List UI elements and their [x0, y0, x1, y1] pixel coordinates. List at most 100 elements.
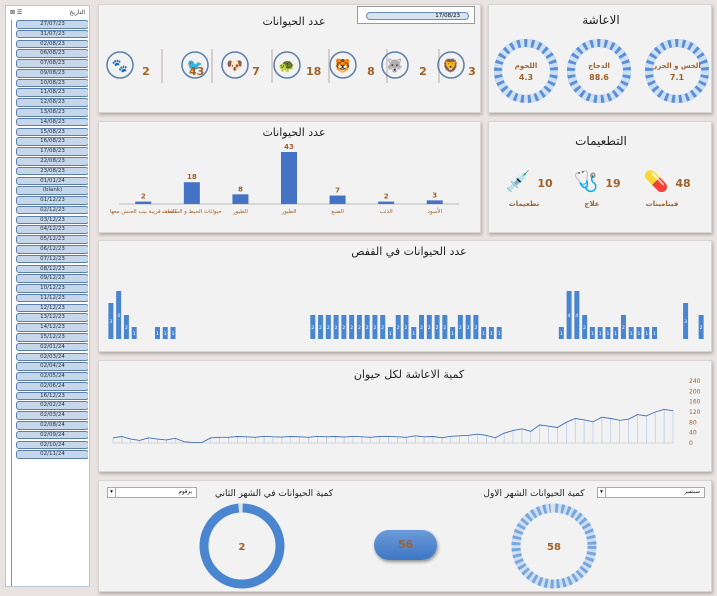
slicer-item[interactable]: 02/02/24	[16, 401, 88, 411]
slicer-item[interactable]: 01/01/24	[16, 176, 88, 186]
slicer-item[interactable]: (blank)	[16, 186, 88, 195]
slicer-item[interactable]: 14/08/23	[16, 117, 88, 127]
slicer-item[interactable]: 02/05/24	[16, 372, 88, 381]
feeding-donut-value: 7.1	[670, 73, 685, 82]
slicer-item[interactable]: 02/03/24	[16, 411, 88, 420]
animal-count-value: 3	[468, 65, 476, 78]
cage-bar-label: 1	[614, 331, 617, 337]
bar-category-label: الأسود	[427, 207, 442, 215]
date-filter-value[interactable]: 17/08/23	[366, 12, 469, 20]
slicer-item[interactable]: 10/08/23	[16, 78, 88, 88]
slicer-item[interactable]: 02/09/24	[16, 430, 88, 440]
slicer-item[interactable]: 27/07/23	[16, 20, 88, 29]
cage-bar-label: 1	[653, 331, 656, 337]
feeding-donut-label: الخس و الجزر	[652, 62, 701, 70]
slicer-item[interactable]: 03/12/23	[16, 215, 88, 225]
slicer-item[interactable]: 02/12/23	[16, 205, 88, 215]
cage-bar-label: 1	[451, 331, 454, 337]
slicer-item[interactable]: 15/12/23	[16, 333, 88, 342]
slicer-item[interactable]: 22/08/23	[16, 156, 88, 166]
bar-mark	[378, 201, 395, 204]
slicer-item[interactable]: 02/11/24	[16, 450, 88, 459]
slicer-item[interactable]: 09/12/23	[16, 274, 88, 283]
bar-category-label: الطيور	[232, 209, 248, 215]
slicer-item[interactable]: 16/12/23	[16, 391, 88, 401]
bulldog-icon: 🐶	[219, 49, 251, 81]
slicer-item[interactable]: 07/12/23	[16, 254, 88, 264]
slicer-item[interactable]: 05/12/23	[16, 235, 88, 244]
cage-bar-label: 2	[420, 325, 423, 331]
cage-bar-label: 2	[125, 325, 128, 331]
y-tick-label: 40	[689, 430, 697, 437]
animal-counts-panel: عدد الحيوانات 17/08/23 🐾 2 🐦 43 🐶 7 🐢 18 🐯 8 🐺 2 🦁 3	[98, 4, 481, 113]
vaccine-value: 10	[537, 177, 553, 190]
bar-value-label: 7	[335, 187, 340, 195]
animal-count-value: 7	[252, 65, 260, 78]
cage-chart-panel: عدد الحيوانات في القفص 34211112222222222…	[98, 240, 712, 352]
slicer-item[interactable]: 10/12/23	[16, 284, 88, 293]
slicer-item[interactable]: 17/08/23	[16, 147, 88, 156]
slicer-header: التاريخ	[69, 8, 85, 16]
slicer-item[interactable]: 14/12/23	[16, 323, 88, 332]
divider	[211, 49, 213, 83]
slicer-item[interactable]: 06/08/23	[16, 49, 88, 58]
slicer-item[interactable]: 31/07/23	[16, 29, 88, 39]
cage-bar-label: 2	[474, 325, 477, 331]
y-tick-label: 200	[689, 388, 701, 395]
slicer-item[interactable]: 08/12/23	[16, 264, 88, 274]
y-tick-label: 120	[689, 409, 701, 416]
slicer-item[interactable]: 16/08/23	[16, 137, 88, 146]
slicer-item[interactable]: 02/08/23	[16, 39, 88, 49]
cage-bar-label: 2	[319, 325, 322, 331]
slicer-item[interactable]: 13/08/23	[16, 108, 88, 117]
animal-count-value: 43	[189, 65, 205, 78]
slicer-item[interactable]: 02/04/24	[16, 362, 88, 371]
cage-bar-label: 1	[490, 331, 493, 337]
vitamins-icon: 💊	[643, 169, 669, 193]
slicer-item[interactable]: 12/12/23	[16, 303, 88, 313]
cage-bar-label: 1	[482, 331, 485, 337]
bar-mark	[426, 200, 443, 204]
month-donut-value: 2	[239, 542, 246, 553]
slicer-item[interactable]: 11/08/23	[16, 88, 88, 98]
vaccine-value: 19	[605, 177, 621, 190]
cage-bar-label: 3	[684, 319, 687, 325]
date-filter-box[interactable]: 17/08/23	[357, 6, 475, 24]
slicer-item[interactable]: 04/12/23	[16, 225, 88, 234]
cage-bar-label: 1	[591, 331, 594, 337]
cage-bar-label: 2	[467, 325, 470, 331]
slicer-item[interactable]: 02/03/24	[16, 352, 88, 362]
cage-bar-label: 2	[342, 325, 345, 331]
lion-icon: 🦁	[435, 49, 467, 81]
slicer-item[interactable]: 11/12/23	[16, 293, 88, 303]
cage-bar-label: 2	[405, 325, 408, 331]
total-animals-button[interactable]: 56	[374, 530, 437, 560]
feeding-line-series	[112, 408, 674, 443]
paw-print-icon: 🐾	[104, 49, 136, 81]
slicer-item[interactable]: 15/08/23	[16, 127, 88, 137]
slicer-item[interactable]: 12/08/23	[16, 98, 88, 107]
medical-care-icon: 🩺	[573, 169, 599, 193]
filter-clear-icon[interactable]: ⊠ ☰	[10, 9, 22, 16]
svg-text:🐢: 🐢	[279, 59, 295, 74]
bar-category-label: حيوانات الحيط و السلاحف	[162, 209, 222, 215]
animal-count-value: 8	[367, 65, 375, 78]
slicer-item[interactable]: 13/12/23	[16, 313, 88, 323]
slicer-item[interactable]: 02/01/24	[16, 342, 88, 352]
slicer-item[interactable]: 01/12/23	[16, 196, 88, 205]
cage-bar-label: 2	[327, 325, 330, 331]
month-donut-value: 58	[547, 542, 561, 553]
slicer-item[interactable]: 23/08/23	[16, 166, 88, 176]
slicer-item[interactable]: 09/08/23	[16, 68, 88, 78]
slicer-item[interactable]: 02/10/24	[16, 440, 88, 450]
cage-bar-label: 1	[156, 331, 159, 337]
cage-bar-label: 2	[381, 325, 384, 331]
slicer-item[interactable]: 02/08/24	[16, 421, 88, 430]
feeding-donut-value: 88.6	[589, 73, 609, 82]
bar-value-label: 2	[141, 193, 146, 201]
slicer-item[interactable]: 06/12/23	[16, 244, 88, 254]
animal-bar-panel: عدد الحيوانات 2 كلمات قريبة بيب الحنش معه…	[98, 121, 481, 233]
slicer-item[interactable]: 07/08/23	[16, 59, 88, 68]
cage-bar-label: 2	[366, 325, 369, 331]
slicer-item[interactable]: 02/06/24	[16, 381, 88, 391]
